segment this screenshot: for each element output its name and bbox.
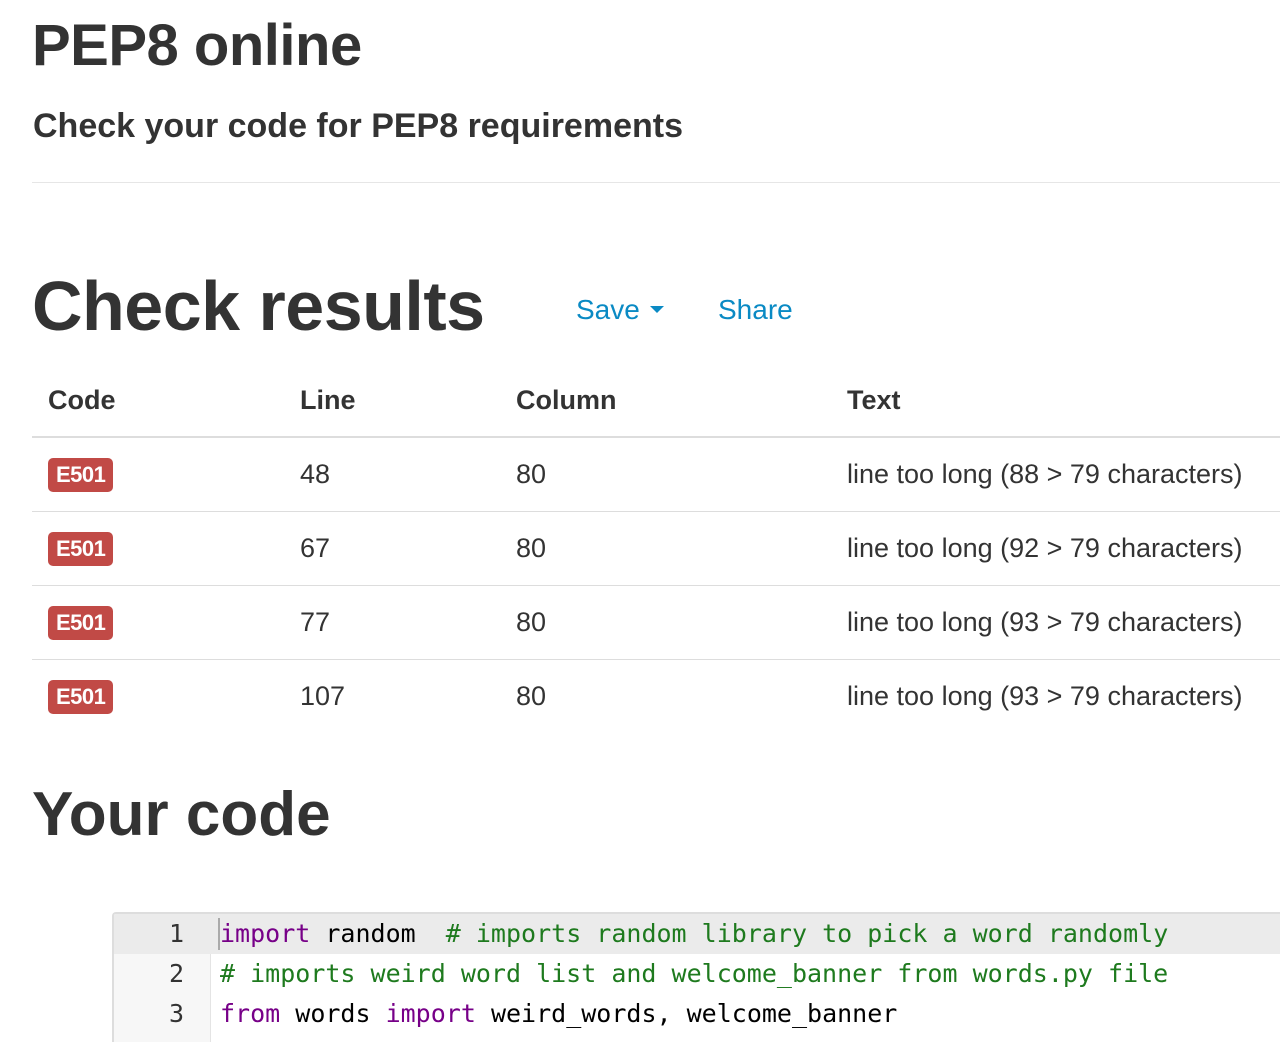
- text-cell: line too long (88 > 79 characters): [831, 437, 1280, 512]
- share-link[interactable]: Share: [718, 292, 793, 328]
- code-cell: E501: [32, 511, 284, 586]
- column-header-column: Column: [500, 364, 831, 438]
- page: PEP8 online Check your code for PEP8 req…: [0, 0, 1280, 1042]
- code-line-text: import random # imports random library t…: [220, 914, 1168, 954]
- text-cursor: [218, 918, 220, 950]
- your-code-heading: Your code: [32, 780, 331, 849]
- line-cell: 77: [284, 585, 500, 660]
- column-cell: 80: [500, 437, 831, 512]
- line-number: 1: [168, 919, 184, 948]
- table-row: E501 67 80 line too long (92 > 79 charac…: [32, 511, 1280, 586]
- error-code-badge: E501: [48, 457, 114, 492]
- code-token: words: [280, 999, 386, 1028]
- line-cell: 48: [284, 437, 500, 512]
- column-header-text: Text: [831, 364, 1280, 438]
- table-row: E501 48 80 line too long (88 > 79 charac…: [32, 437, 1280, 512]
- code-token: weird_words, welcome_banner: [475, 999, 898, 1028]
- line-cell: 107: [300, 681, 346, 711]
- column-cell: 80: [516, 681, 547, 711]
- line-number: 2: [168, 959, 184, 988]
- code-keyword: import: [220, 919, 311, 948]
- header-divider: [32, 182, 1280, 183]
- code-line-text: from words import weird_words, welcome_b…: [220, 994, 897, 1034]
- text-cell: line too long (93 > 79 characters): [847, 681, 1243, 711]
- code-cell: E501: [32, 437, 284, 512]
- column-header-line: Line: [284, 364, 500, 438]
- error-code-badge: E501: [48, 605, 114, 640]
- code-line[interactable]: 2 # imports weird word list and welcome_…: [114, 954, 1280, 994]
- code-token: random: [310, 919, 446, 948]
- code-line[interactable]: 3 from words import weird_words, welcome…: [114, 994, 1280, 1034]
- site-title: PEP8 online: [32, 13, 362, 78]
- text-cell: line too long (92 > 79 characters): [831, 511, 1280, 586]
- site-subtitle: Check your code for PEP8 requirements: [33, 107, 683, 145]
- column-cell: 80: [500, 585, 831, 660]
- code-comment: # imports random library to pick a word …: [445, 919, 1169, 948]
- column-cell: 80: [500, 511, 831, 586]
- error-code-badge: E501: [48, 679, 114, 714]
- code-editor[interactable]: 1 import random # imports random library…: [112, 912, 1280, 1042]
- check-results-heading: Check results: [32, 267, 485, 345]
- code-line-text: # imports weird word list and welcome_ba…: [220, 954, 1168, 994]
- table-row: E501 107 80 line too long (93 > 79 chara…: [32, 660, 1280, 734]
- code-keyword: from: [220, 999, 281, 1028]
- save-label: Save: [576, 294, 640, 325]
- code-keyword: import: [385, 999, 476, 1028]
- save-dropdown-button[interactable]: Save: [576, 292, 664, 328]
- line-cell: 67: [284, 511, 500, 586]
- code-line[interactable]: 1 import random # imports random library…: [114, 914, 1280, 954]
- code-cell: E501: [32, 660, 284, 734]
- results-table: Code Line Column Text E501 48 80 line to…: [32, 364, 1280, 733]
- text-cell: line too long (93 > 79 characters): [831, 585, 1280, 660]
- code-comment: # imports weird word list and welcome_ba…: [220, 959, 1169, 988]
- table-row: E501 77 80 line too long (93 > 79 charac…: [32, 585, 1280, 660]
- caret-down-icon: [649, 306, 664, 314]
- column-header-code: Code: [32, 364, 284, 438]
- error-code-badge: E501: [48, 531, 114, 566]
- line-number: 3: [168, 999, 184, 1028]
- code-cell: E501: [32, 585, 284, 660]
- results-header-row: Code Line Column Text: [32, 364, 1280, 438]
